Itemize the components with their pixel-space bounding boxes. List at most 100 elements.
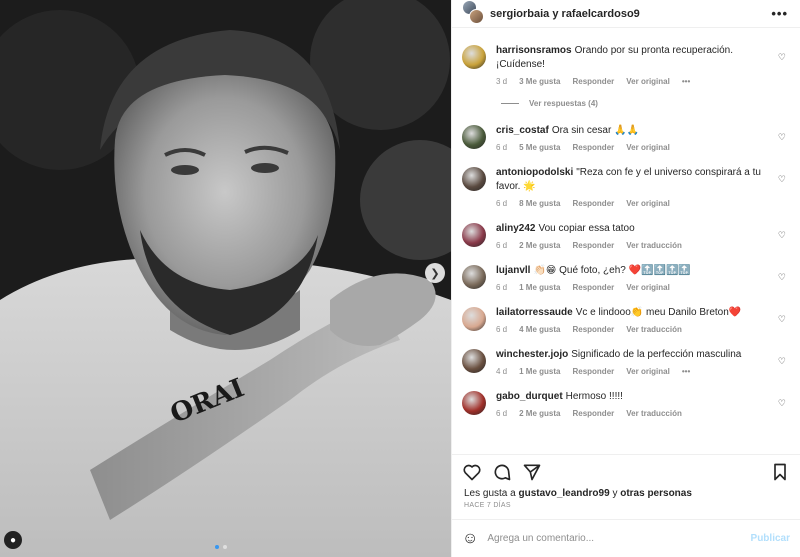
comment-heart-icon[interactable]: ♡ (778, 230, 786, 241)
carousel-next-button[interactable]: ❯ (425, 263, 445, 283)
comment-options-icon[interactable]: ••• (682, 367, 690, 376)
carousel-dot (215, 545, 219, 549)
comment-username[interactable]: antoniopodolski (496, 167, 573, 178)
owners-avatars[interactable] (462, 0, 484, 25)
comment-heart-icon[interactable]: ♡ (778, 132, 786, 143)
comment-username[interactable]: lailatorressaude (496, 307, 573, 318)
comment-age: 6 d (496, 283, 508, 292)
avatar (469, 8, 484, 24)
comment-age: 6 d (496, 409, 508, 418)
comment-username[interactable]: gabo_durquet (496, 391, 563, 402)
comment-text: gabo_durquet Hermoso !!!!! (496, 390, 770, 404)
avatar[interactable] (462, 265, 486, 289)
reply-button[interactable]: Responder (572, 241, 614, 250)
comment-meta: 4 d 1 Me gusta Responder Ver original ••• (496, 367, 770, 376)
post-owners[interactable]: sergiorbaia y rafaelcardoso9 (490, 8, 771, 20)
comment-heart-icon[interactable]: ♡ (778, 174, 786, 185)
translate-button[interactable]: Ver original (626, 143, 670, 152)
comment-item: lailatorressaude Vc e lindooo👏 meu Danilo… (462, 306, 788, 334)
chevron-right-icon: ❯ (430, 267, 440, 280)
comment-meta: 6 d 1 Me gusta Responder Ver original (496, 283, 770, 292)
heart-icon[interactable] (462, 462, 482, 482)
comment-text: lujanvll 👏🏻😁 Qué foto, ¿eh? ❤️🔝🔝🔝🔝 (496, 264, 770, 278)
comment-username[interactable]: winchester.jojo (496, 349, 568, 360)
post: ORAI ❯ ● sergiorbaia y rafaelcardoso9 ••… (0, 0, 800, 557)
comment-heart-icon[interactable]: ♡ (778, 398, 786, 409)
translate-button[interactable]: Ver original (626, 77, 670, 86)
user-icon: ● (9, 534, 17, 546)
comment-age: 6 d (496, 241, 508, 250)
more-horizontal-icon[interactable]: ••• (771, 6, 788, 21)
post-photo[interactable]: ORAI ❯ ● (0, 0, 451, 557)
avatar[interactable] (462, 307, 486, 331)
reply-button[interactable]: Responder (572, 325, 614, 334)
reply-button[interactable]: Responder (572, 283, 614, 292)
translate-button[interactable]: Ver traducción (626, 241, 682, 250)
comment-likes[interactable]: 2 Me gusta (519, 409, 560, 418)
comment-icon[interactable] (492, 462, 512, 482)
comment-age: 6 d (496, 199, 508, 208)
view-replies-label: Ver respuestas (4) (529, 99, 598, 108)
tagged-users-button[interactable]: ● (4, 531, 22, 549)
reply-button[interactable]: Responder (572, 367, 614, 376)
likes-others-link[interactable]: otras personas (620, 488, 692, 499)
translate-button[interactable]: Ver traducción (626, 409, 682, 418)
comment-username[interactable]: cris_costaf (496, 125, 549, 136)
bookmark-icon[interactable] (770, 462, 790, 482)
comment-body: 👏🏻😁 Qué foto, ¿eh? ❤️🔝🔝🔝🔝 (533, 265, 691, 276)
comment-heart-icon[interactable]: ♡ (778, 356, 786, 367)
comment-age: 4 d (496, 367, 508, 376)
post-details-panel: sergiorbaia y rafaelcardoso9 ••• harriso… (451, 0, 800, 557)
reply-button[interactable]: Responder (572, 409, 614, 418)
comment-item: gabo_durquet Hermoso !!!!! 6 d 2 Me gusta Re… (462, 390, 788, 418)
comment-meta: 6 d 5 Me gusta Responder Ver original (496, 143, 770, 152)
comment-text: winchester.jojo Significado de la perfecc… (496, 348, 770, 362)
comment-likes[interactable]: 4 Me gusta (519, 325, 560, 334)
comment-input[interactable] (487, 533, 751, 544)
translate-button[interactable]: Ver traducción (626, 325, 682, 334)
avatar[interactable] (462, 391, 486, 415)
comment-username[interactable]: lujanvll (496, 265, 530, 276)
comment-item: lujanvll 👏🏻😁 Qué foto, ¿eh? ❤️🔝🔝🔝🔝 6 d 1 Me… (462, 264, 788, 292)
comment-options-icon[interactable]: ••• (682, 77, 690, 86)
comment-text: aliny242 Vou copiar essa tatoo (496, 222, 770, 236)
comment-likes[interactable]: 5 Me gusta (519, 143, 560, 152)
send-icon[interactable] (522, 462, 542, 482)
comment-heart-icon[interactable]: ♡ (778, 272, 786, 283)
comments-list[interactable]: harrisonsramos Orando por su pronta recup… (452, 28, 800, 454)
comment-text: harrisonsramos Orando por su pronta recup… (496, 44, 770, 72)
reply-button[interactable]: Responder (572, 199, 614, 208)
post-actions (452, 454, 800, 488)
translate-button[interactable]: Ver original (626, 367, 670, 376)
view-replies-button[interactable]: Ver respuestas (4) (501, 99, 788, 108)
comment-text: cris_costaf Ora sin cesar 🙏🙏 (496, 124, 770, 138)
comment-username[interactable]: aliny242 (496, 223, 535, 234)
comment-likes[interactable]: 3 Me gusta (519, 77, 560, 86)
avatar[interactable] (462, 349, 486, 373)
reply-button[interactable]: Responder (572, 143, 614, 152)
comment-username[interactable]: harrisonsramos (496, 45, 572, 56)
reply-button[interactable]: Responder (572, 77, 614, 86)
avatar[interactable] (462, 167, 486, 191)
comment-meta: 6 d 2 Me gusta Responder Ver traducción (496, 241, 770, 250)
comment-heart-icon[interactable]: ♡ (778, 314, 786, 325)
comment-text: lailatorressaude Vc e lindooo👏 meu Danilo… (496, 306, 770, 320)
avatar[interactable] (462, 45, 486, 69)
avatar[interactable] (462, 125, 486, 149)
comment-likes[interactable]: 2 Me gusta (519, 241, 560, 250)
comment-likes[interactable]: 8 Me gusta (519, 199, 560, 208)
translate-button[interactable]: Ver original (626, 283, 670, 292)
likes-user-link[interactable]: gustavo_leandro99 (519, 488, 610, 499)
comment-item: winchester.jojo Significado de la perfecc… (462, 348, 788, 376)
carousel-indicator (215, 545, 227, 549)
smiley-icon[interactable]: ☺ (462, 530, 478, 548)
publish-button[interactable]: Publicar (751, 533, 790, 544)
comment-item: antoniopodolski "Reza con fe y el univers… (462, 166, 788, 208)
comment-heart-icon[interactable]: ♡ (778, 52, 786, 63)
add-comment-bar: ☺ Publicar (452, 519, 800, 557)
comment-likes[interactable]: 1 Me gusta (519, 283, 560, 292)
photo-illustration: ORAI (0, 0, 451, 557)
avatar[interactable] (462, 223, 486, 247)
comment-likes[interactable]: 1 Me gusta (519, 367, 560, 376)
translate-button[interactable]: Ver original (626, 199, 670, 208)
